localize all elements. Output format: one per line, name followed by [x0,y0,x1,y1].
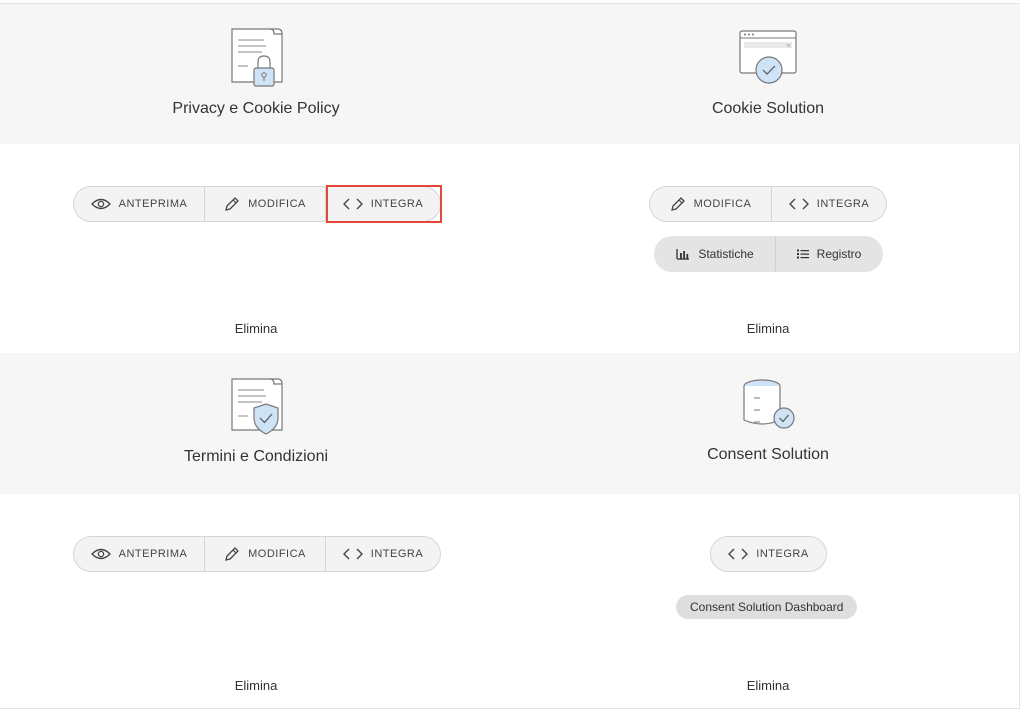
document-shield-icon [231,378,283,435]
preview-button[interactable]: ANTEPRIMA [74,187,204,221]
browser-cookie-icon: × [739,30,797,84]
embed-button[interactable]: INTEGRA [711,537,826,571]
pencil-icon [670,197,685,211]
card-header-cookie: × Cookie Solution [512,28,1024,118]
embed-label: INTEGRA [756,548,809,560]
statistics-button[interactable]: Statistiche [655,237,775,271]
consent-dashboard-button[interactable]: Consent Solution Dashboard [676,595,858,619]
card-title: Privacy e Cookie Policy [172,100,340,117]
cookie-actions: MODIFICA INTEGRA [649,186,887,222]
delete-link-consent[interactable]: Elimina [512,678,1024,693]
preview-label: ANTEPRIMA [118,198,188,210]
eye-icon [90,548,111,560]
edit-label: MODIFICA [248,548,306,560]
pencil-icon [225,547,240,561]
list-icon [796,249,809,259]
embed-button[interactable]: INTEGRA [325,185,442,223]
embed-label: INTEGRA [370,548,424,560]
card-title: Consent Solution [707,446,829,463]
terms-actions: ANTEPRIMA MODIFICA INTEGRA [73,536,441,572]
database-check-icon [743,379,795,429]
register-label: Registro [816,247,862,261]
embed-label: INTEGRA [370,198,424,210]
edit-button[interactable]: MODIFICA [204,187,325,221]
eye-icon [90,198,111,210]
register-button[interactable]: Registro [775,237,882,271]
edit-label: MODIFICA [693,198,752,210]
embed-label: INTEGRA [816,198,870,210]
card-title: Cookie Solution [711,100,825,117]
delete-link-cookie[interactable]: Elimina [512,321,1024,336]
embed-button[interactable]: INTEGRA [771,187,886,221]
preview-button[interactable]: ANTEPRIMA [74,537,204,571]
privacy-actions: ANTEPRIMA MODIFICA INTEGRA [73,185,442,223]
edit-label: MODIFICA [248,198,306,210]
cookie-secondary-actions: Statistiche Registro [654,236,883,272]
consent-actions: INTEGRA [710,536,827,572]
edit-button[interactable]: MODIFICA [650,187,771,221]
delete-link-privacy[interactable]: Elimina [0,321,512,336]
preview-label: ANTEPRIMA [118,548,188,560]
statistics-label: Statistiche [698,247,754,261]
card-title: Termini e Condizioni [183,448,329,465]
code-icon [728,548,749,560]
bar-chart-icon [676,248,690,260]
delete-link-terms[interactable]: Elimina [0,678,512,693]
code-icon [342,198,363,210]
edit-button[interactable]: MODIFICA [204,537,325,571]
card-header-privacy: Privacy e Cookie Policy [0,26,512,118]
svg-text:×: × [786,43,791,50]
document-lock-icon [231,28,283,87]
card-header-consent: Consent Solution [512,378,1024,464]
card-header-terms: Termini e Condizioni [0,376,512,466]
embed-button[interactable]: INTEGRA [325,537,440,571]
code-icon [788,198,809,210]
pencil-icon [225,197,240,211]
code-icon [342,548,363,560]
